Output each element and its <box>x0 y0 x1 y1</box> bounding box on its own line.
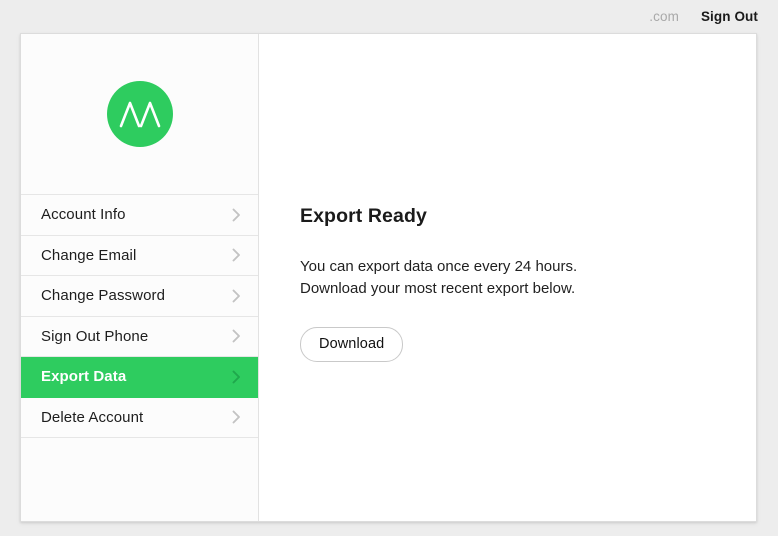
sidebar-item-export-data[interactable]: Export Data <box>21 357 258 398</box>
description-text: You can export data once every 24 hours.… <box>300 256 756 300</box>
sidebar-item-account-info[interactable]: Account Info <box>21 195 258 236</box>
sidebar-item-label: Export Data <box>41 368 127 386</box>
chevron-right-icon <box>232 329 241 343</box>
sign-out-button[interactable]: Sign Out <box>701 9 758 24</box>
description-line-1: You can export data once every 24 hours. <box>300 258 578 275</box>
sidebar-filler <box>21 438 258 521</box>
description-line-2: Download your most recent export below. <box>300 280 576 297</box>
chevron-right-icon <box>232 289 241 303</box>
logo-area <box>21 34 258 194</box>
main-content: Export Ready You can export data once ev… <box>259 34 756 521</box>
chevron-right-icon <box>232 248 241 262</box>
sidebar-item-label: Change Password <box>41 287 166 305</box>
domain-label: .com <box>649 9 679 24</box>
sidebar: Account Info Change Email Change Passwor… <box>21 34 259 521</box>
sidebar-item-label: Delete Account <box>41 408 144 426</box>
sidebar-item-label: Account Info <box>41 206 126 224</box>
account-settings-card: Account Info Change Email Change Passwor… <box>20 33 757 522</box>
sidebar-item-change-password[interactable]: Change Password <box>21 276 258 317</box>
chevron-right-icon <box>232 370 241 384</box>
page-title: Export Ready <box>300 205 427 227</box>
chevron-right-icon <box>232 208 241 222</box>
sidebar-item-change-email[interactable]: Change Email <box>21 235 258 276</box>
sidebar-menu: Account Info Change Email Change Passwor… <box>21 194 258 438</box>
download-button[interactable]: Download <box>300 327 404 362</box>
sidebar-item-label: Sign Out Phone <box>41 327 149 345</box>
sidebar-item-sign-out-phone[interactable]: Sign Out Phone <box>21 316 258 357</box>
sidebar-item-delete-account[interactable]: Delete Account <box>21 397 258 438</box>
top-bar: .com Sign Out <box>0 0 778 33</box>
chevron-right-icon <box>232 410 241 424</box>
sidebar-item-label: Change Email <box>41 246 137 264</box>
m-logo-icon <box>106 81 173 147</box>
